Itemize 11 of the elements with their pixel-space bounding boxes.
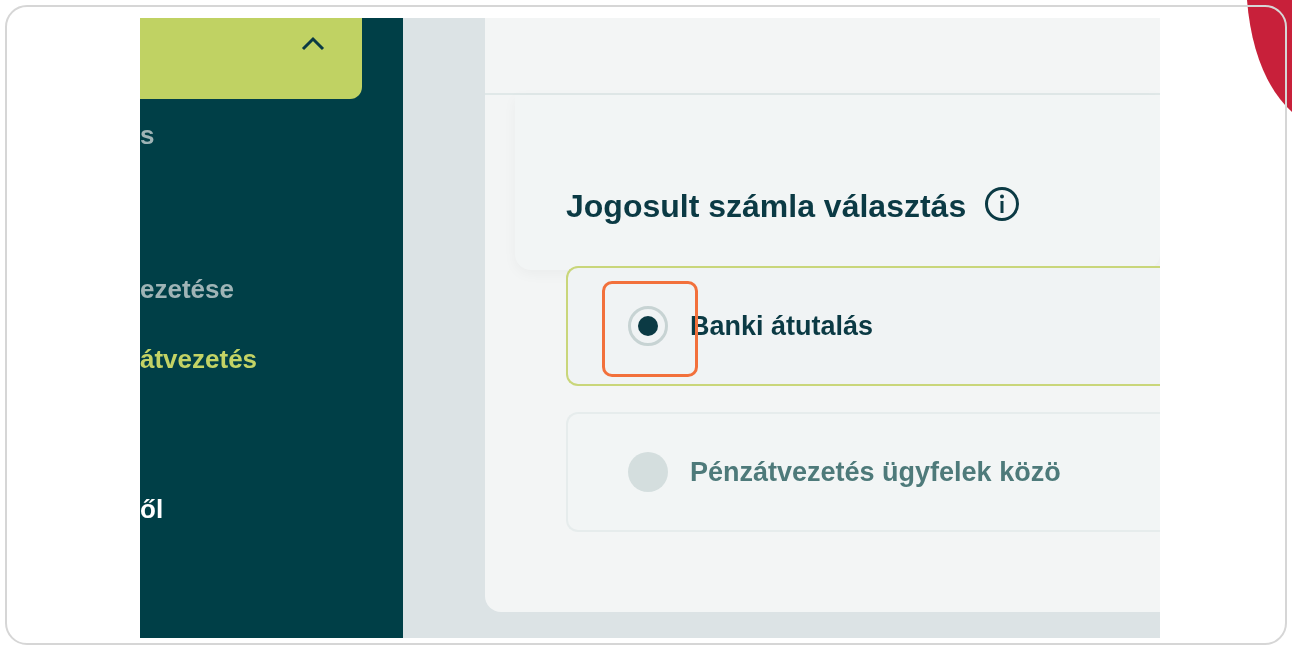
sidebar-item[interactable]: s bbox=[140, 120, 155, 150]
sidebar-item[interactable]: átvezetés bbox=[140, 344, 258, 374]
section-title: Jogosult számla választás bbox=[566, 187, 967, 226]
chevron-up-icon bbox=[300, 36, 326, 52]
sidebar-item[interactable]: ezetése bbox=[140, 274, 234, 304]
info-icon[interactable] bbox=[984, 186, 1021, 222]
sidebar-item[interactable]: ől bbox=[140, 494, 164, 524]
radio-button[interactable] bbox=[628, 452, 668, 492]
option-label: Pénzátvezetés ügyfelek közö bbox=[690, 455, 1061, 489]
radio-button[interactable] bbox=[628, 306, 668, 346]
radio-option[interactable]: Pénzátvezetés ügyfelek közö bbox=[566, 412, 1160, 532]
